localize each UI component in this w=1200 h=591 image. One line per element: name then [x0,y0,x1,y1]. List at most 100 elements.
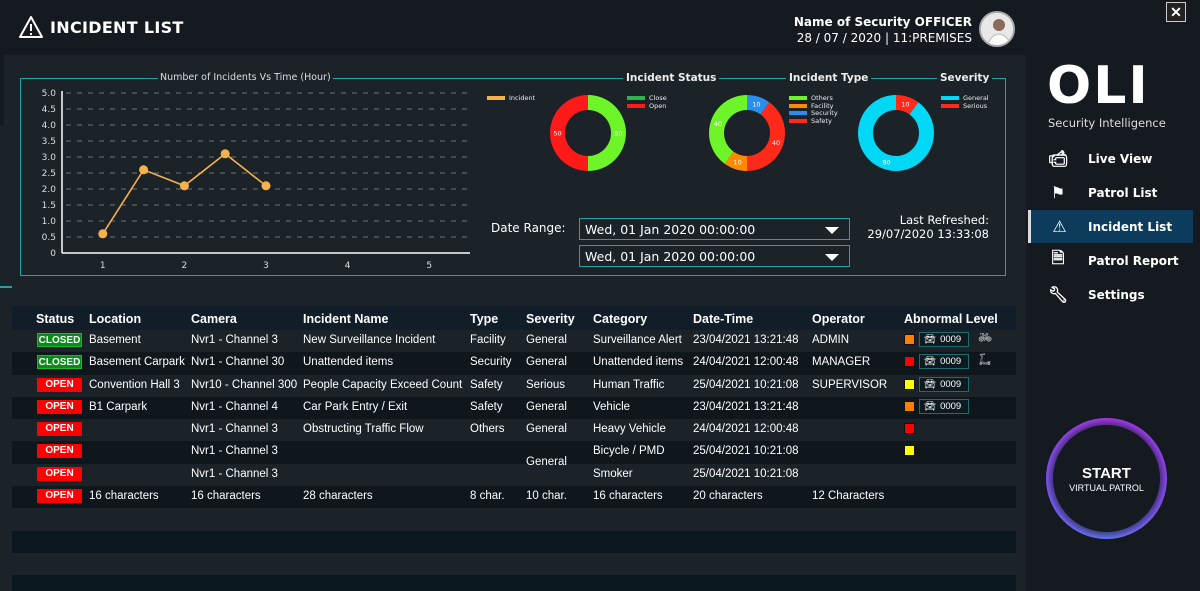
data-point[interactable] [139,165,149,175]
col-abnormal-level[interactable]: Abnormal Level [904,312,998,326]
x-tick-label: 1 [100,261,106,271]
cell-type: Others [470,423,505,436]
data-point[interactable] [98,229,108,239]
cell-datetime: 20 characters [693,490,763,503]
car-icon: 🚘︎ [924,356,937,368]
warning-triangle-icon: ⚠︎ [1052,217,1067,236]
data-point[interactable] [261,181,271,191]
cell-datetime: 24/04/2021 12:00:48 [693,356,799,369]
severity-title: Severity [937,72,993,84]
cell-camera: Nvr10 - Channel 300 [191,378,298,391]
vehicle-count-badge[interactable]: 🚘︎ 0009 [919,354,969,370]
col-status[interactable]: Status [36,312,74,326]
last-refreshed: Last Refreshed: 29/07/2020 13:33:08 [867,213,989,241]
cell-category: Heavy Vehicle [593,423,666,436]
cell-severity: General [526,400,567,413]
legend-swatch [941,96,959,100]
start-virtual-patrol-button[interactable]: START VIRTUAL PATROL [1046,418,1167,539]
sidebar-item-label: Patrol Report [1088,253,1179,268]
bicycle-icon: 🚲︎ [978,332,992,344]
sidebar-item-label: Live View [1088,151,1153,166]
table-row[interactable]: OPEN B1 Carpark Nvr1 - Channel 4 Car Park E… [12,396,1016,420]
data-point[interactable] [179,181,189,191]
incident-type-legend: Others Facility Security Safety [789,94,838,125]
slice-label: 10 [901,100,909,108]
sidebar-item-settings[interactable]: 🔧︎ Settings [1028,278,1193,311]
cell-name: Unattended items [303,356,394,369]
cell-severity: General [526,334,567,346]
table-row[interactable]: CLOSED Basement Nvr1 - Channel 3 New Survei… [12,330,1016,352]
col-location[interactable]: Location [89,312,141,326]
vehicle-count-badge[interactable]: 🚘︎ 0009 [919,376,969,392]
col-category[interactable]: Category [593,312,647,326]
logo: OLI [1047,56,1150,116]
y-tick-label: 0 [50,249,56,259]
table-row[interactable]: OPEN Nvr1 - Channel 3 Obstructing Traffic … [12,419,1016,441]
donut-slice[interactable] [747,102,785,171]
cell-datetime: 24/04/2021 12:00:48 [693,423,799,436]
sidebar-item-incident-list[interactable]: ⚠︎ Incident List [1028,210,1193,243]
incident-status-title: Incident Status [623,72,720,84]
donut-slice[interactable] [709,95,747,164]
sidebar-item-label: Settings [1088,287,1145,302]
y-tick-label: 3.5 [42,137,56,147]
user-datetime: 28 / 07 / 2020 | 11:PREMISES [796,31,972,45]
y-tick-label: 4.0 [42,121,57,131]
document-list-icon: 🗎︎ [1051,248,1065,267]
car-icon: 🚘︎ [924,400,937,412]
slice-label: 40 [714,120,722,128]
close-window-button[interactable]: ✕ [1166,2,1186,22]
table-row[interactable]: CLOSED Basement Carpark Nvr1 - Channel 30 U… [12,352,1016,375]
cell-name: Obstructing Traffic Flow [303,423,424,436]
page-title-text: INCIDENT LIST [50,17,184,37]
incident-status-donut: 50 50 [550,95,626,171]
sidebar-item-patrol-list[interactable]: ⚑ Patrol List [1028,176,1193,209]
incident-type-title: Incident Type [786,72,872,84]
cell-type: 8 char. [470,490,505,503]
status-badge: OPEN [37,377,82,392]
legend-swatch [627,103,645,108]
x-tick-label: 4 [345,261,351,271]
sidebar-item-patrol-report[interactable]: 🗎︎ Patrol Report [1028,244,1193,277]
col-incident-name[interactable]: Incident Name [303,312,388,326]
date-to-dropdown[interactable]: Wed, 01 Jan 2020 00:00:00 [579,245,850,267]
table-row[interactable]: OPEN 16 characters 16 characters 28 charact… [12,486,1016,509]
legend-label: Open [649,101,667,110]
sidebar-item-live-view[interactable]: 📹︎ Live View [1028,142,1193,175]
cell-datetime: 25/04/2021 10:21:08 [693,467,799,480]
data-point[interactable] [220,149,230,159]
avatar[interactable] [979,11,1015,47]
chevron-down-icon [825,227,839,234]
y-tick-label: 4.5 [42,105,56,115]
table-row[interactable]: OPEN Convention Hall 3 Nvr10 - Channel 300… [12,375,1016,397]
donut-slice[interactable] [858,95,934,171]
vehicle-count-badge[interactable]: 🚘︎ 0009 [919,332,969,347]
cell-camera: Nvr1 - Channel 30 [191,356,285,369]
table-header-row: Status Location Camera Incident Name Typ… [12,306,1016,330]
slice-label: 10 [733,159,741,167]
user-name: Name of Security OFFICER [793,15,972,29]
col-type[interactable]: Type [470,312,498,326]
col-camera[interactable]: Camera [191,312,237,326]
legend-swatch [789,96,807,100]
x-tick-label: 3 [263,261,269,271]
date-from-dropdown[interactable]: Wed, 01 Jan 2020 00:00:00 [579,218,850,240]
divider [0,286,12,288]
cell-severity: 10 char. [526,490,567,503]
col-operator[interactable]: Operator [812,312,865,326]
col-datetime[interactable]: Date-Time [693,312,753,326]
abnormal-level-indicator [904,400,915,412]
status-badge: OPEN [37,399,82,414]
cell-datetime: 25/04/2021 10:21:08 [693,378,799,391]
vehicle-count-badge[interactable]: 🚘︎ 0009 [919,398,969,414]
cell-camera: Nvr1 - Channel 3 [191,467,278,480]
last-refreshed-label: Last Refreshed: [899,213,989,227]
cell-datetime: 23/04/2021 13:21:48 [693,334,799,346]
y-tick-label: 5.0 [42,89,57,99]
y-tick-label: 1.0 [42,217,57,227]
col-severity[interactable]: Severity [526,312,575,326]
y-tick-label: 3.0 [42,153,57,163]
table-row[interactable]: OPEN Nvr1 - Channel 3 Smoker 25/04/2021 10:… [12,464,1016,486]
status-badge: CLOSED [37,333,82,347]
table-row[interactable]: OPEN Nvr1 - Channel 3 General Bicycle / PMD… [12,441,1016,468]
